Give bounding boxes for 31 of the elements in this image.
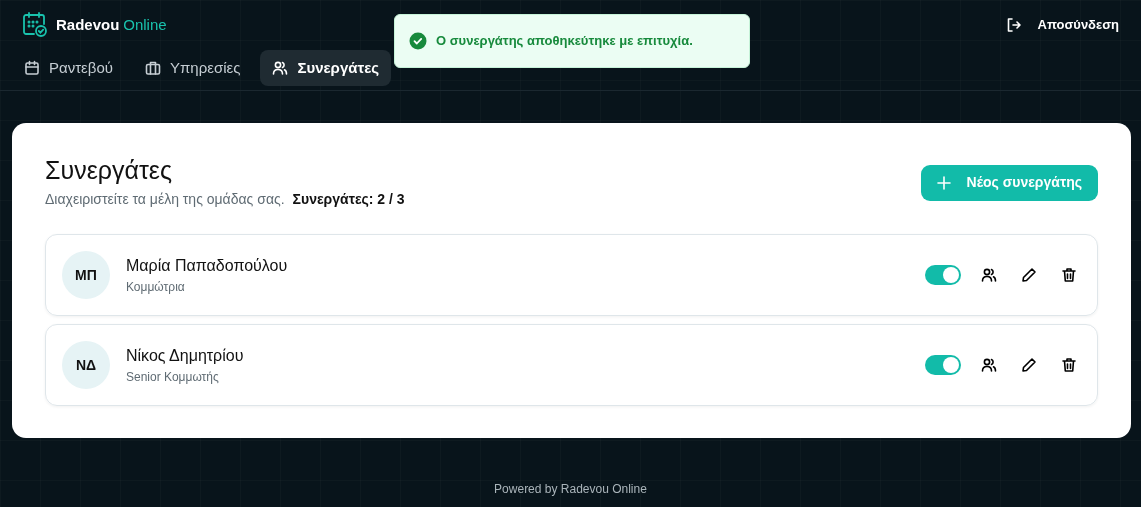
active-toggle[interactable] <box>925 355 961 375</box>
calendar-check-logo-icon <box>22 12 48 38</box>
pencil-icon <box>1021 357 1037 373</box>
page-subtitle: Διαχειριστείτε τα μέλη της ομάδας σας. <box>45 190 285 209</box>
footer-text: Powered by Radevou Online <box>493 481 648 498</box>
partner-count: Συνεργάτες: 2 / 3 <box>292 190 405 209</box>
page-title: Συνεργάτες <box>45 155 173 185</box>
users-icon <box>981 267 997 283</box>
partner-name: Νίκος Δημητρίου <box>126 346 244 366</box>
avatar-initials: ΝΔ <box>62 341 110 389</box>
pencil-icon <box>1021 267 1037 283</box>
active-toggle[interactable] <box>925 265 961 285</box>
partner-role: Senior Κομμωτής <box>126 369 220 386</box>
users-icon <box>272 60 289 76</box>
check-circle-icon <box>409 32 427 50</box>
trash-icon <box>1061 267 1077 283</box>
partner-role: Κομμώτρια <box>126 279 186 296</box>
logout-button[interactable]: Αποσύνδεση <box>1005 15 1119 35</box>
trash-icon <box>1061 357 1077 373</box>
partner-name: Μαρία Παπαδοπούλου <box>126 256 288 276</box>
avatar-initials: ΜΠ <box>62 251 110 299</box>
nav-tab[interactable]: Υπηρεσίες <box>132 50 253 86</box>
nav-tab[interactable]: Συνεργάτες <box>260 50 392 86</box>
logout-icon <box>1005 17 1022 33</box>
calendar-icon <box>24 60 40 76</box>
nav-tab[interactable]: Ραντεβού <box>12 50 125 86</box>
brand-name: Radevou Online <box>56 14 167 35</box>
briefcase-icon <box>144 60 161 76</box>
users-icon <box>981 357 997 373</box>
toast-message: Ο συνεργάτης αποθηκεύτηκε με επιτυχία. <box>436 32 693 51</box>
plus-icon <box>936 175 951 190</box>
